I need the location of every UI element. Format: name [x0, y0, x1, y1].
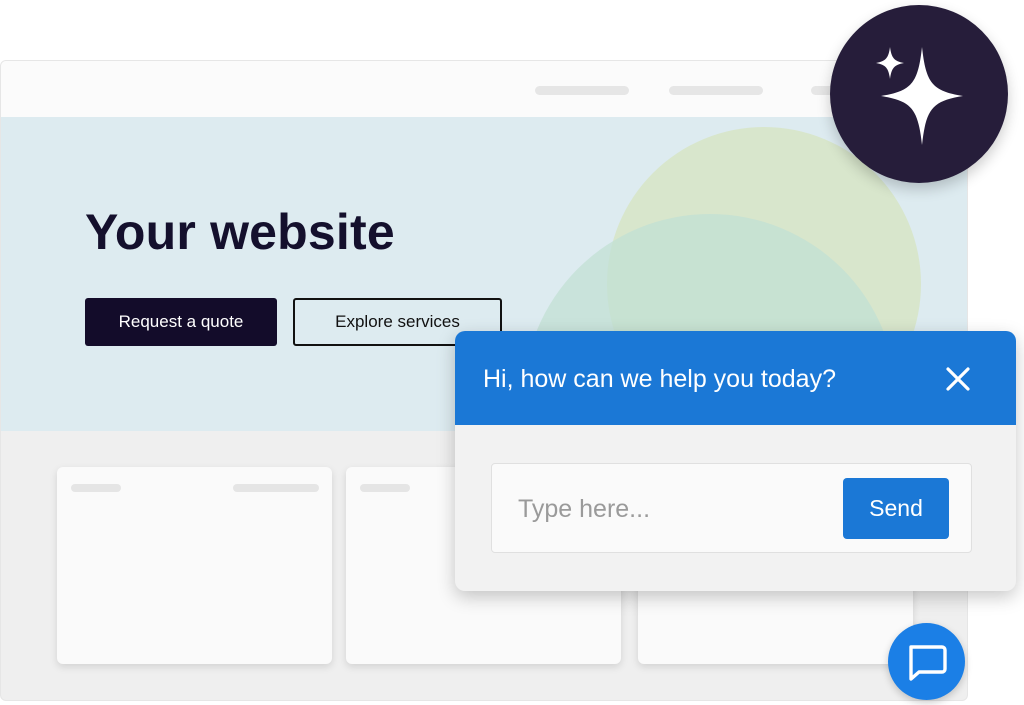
card-placeholder-line	[71, 484, 121, 492]
website-nav-bar	[1, 61, 967, 117]
chat-widget: Hi, how can we help you today? Send	[455, 331, 1016, 591]
chat-title: Hi, how can we help you today?	[483, 365, 836, 393]
chat-launcher-button[interactable]	[888, 623, 965, 700]
sparkle-icon	[876, 47, 963, 145]
content-card	[57, 467, 332, 664]
chat-bubble-icon	[909, 645, 947, 681]
card-placeholder-line	[233, 484, 319, 492]
chat-header: Hi, how can we help you today?	[455, 331, 1016, 425]
chat-message-input[interactable]	[516, 486, 820, 532]
chat-compose-box: Send	[491, 463, 972, 553]
hero-title: Your website	[85, 204, 395, 260]
send-button[interactable]: Send	[843, 478, 949, 539]
ai-sparkle-badge	[830, 5, 1008, 183]
nav-placeholder-2	[669, 86, 763, 95]
request-quote-button[interactable]: Request a quote	[85, 298, 277, 346]
nav-placeholder-1	[535, 86, 629, 95]
card-placeholder-line	[360, 484, 410, 492]
close-icon[interactable]	[943, 364, 973, 394]
